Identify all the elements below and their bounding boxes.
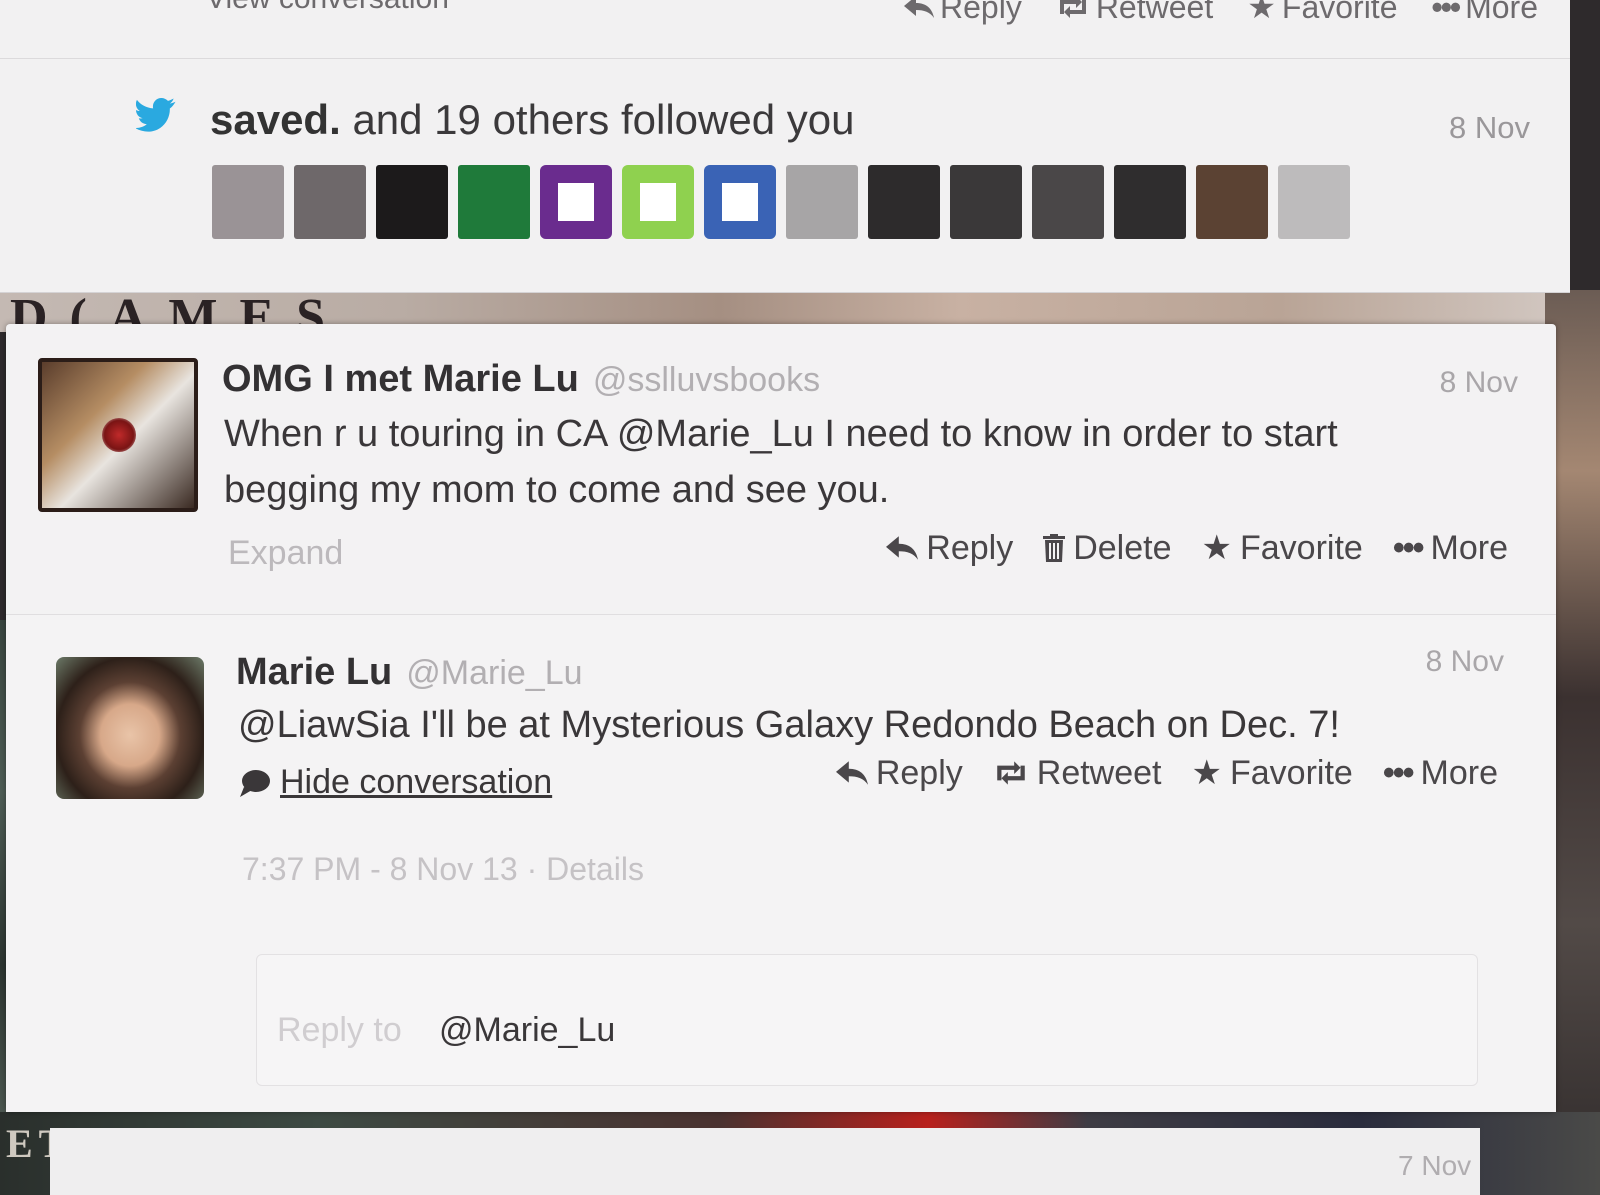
star-icon: ★ [1201,529,1232,567]
reply-placeholder: Reply to [277,1011,402,1049]
reply-input[interactable]: Reply to @Marie_Lu [256,954,1478,1086]
follower-avatar[interactable] [294,165,366,239]
tweet-date[interactable]: 8 Nov [1426,645,1504,679]
follower-avatar[interactable] [704,165,776,239]
hide-conversation-link[interactable]: Hide conversation [240,763,552,802]
tweet-author[interactable]: OMG I met Marie Lu @sslluvsbooks [222,358,820,401]
follow-summary: and 19 others followed you [352,96,855,143]
dots-icon: ••• [1431,0,1461,25]
avatar[interactable] [56,657,204,799]
more-label: More [1430,528,1508,567]
conversation-panel: OMG I met Marie Lu @sslluvsbooks 8 Nov Wh… [6,324,1556,1112]
retweet-button[interactable]: Retweet [993,753,1162,793]
more-button[interactable]: ••• More [1383,753,1498,793]
retweet-label: Retweet [1095,0,1214,25]
reply-arrow-icon [904,0,934,18]
follower-avatar[interactable] [868,165,940,239]
twitter-bird-icon [136,98,176,132]
tweet-text: @LiawSia I'll be at Mysterious Galaxy Re… [238,704,1340,746]
reply-label: Reply [940,0,1022,25]
follower-avatar[interactable] [540,165,612,239]
delete-label: Delete [1073,528,1172,567]
follower-avatar[interactable] [622,165,694,239]
dots-icon: ••• [1392,528,1425,567]
next-tweet-panel [50,1128,1480,1195]
follower-avatar[interactable] [376,165,448,239]
retweet-button[interactable]: Retweet [1056,0,1213,26]
follower-avatar[interactable] [1032,165,1104,239]
favorite-label: Favorite [1229,753,1353,792]
details-link[interactable]: Details [546,851,644,887]
dots-icon: ••• [1382,753,1415,792]
user-handle[interactable]: @sslluvsbooks [593,361,820,399]
retweet-label: Retweet [1036,753,1162,792]
tweet-actions: Reply Retweet ★ Favorite ••• More [835,753,1498,793]
follower-avatars [212,165,1350,239]
expand-link[interactable]: Expand [228,534,343,573]
favorite-label: Favorite [1239,528,1363,567]
follower-avatar[interactable] [1196,165,1268,239]
avatar[interactable] [38,358,198,512]
star-icon: ★ [1191,754,1222,792]
retweet-icon [1059,0,1086,18]
reply-button[interactable]: Reply [886,528,1013,568]
more-label: More [1420,753,1498,792]
tweet-author[interactable]: Marie Lu @Marie_Lu [236,651,583,694]
tweet-text-line: begging my mom to come and see you. [224,469,890,511]
reply-arrow-icon [835,761,868,785]
more-button[interactable]: ••• More [1393,528,1508,568]
favorite-button[interactable]: ★ Favorite [1247,0,1397,26]
tweet-item[interactable]: OMG I met Marie Lu @sslluvsbooks 8 Nov Wh… [6,324,1556,614]
tweet-text-line: When r u touring in CA @Marie_Lu I need … [224,413,1338,455]
reply-label: Reply [875,753,963,792]
reply-arrow-icon [886,536,919,560]
more-button[interactable]: ••• More [1431,0,1538,26]
notification-date: 8 Nov [1449,110,1530,145]
hide-conversation-label: Hide conversation [280,763,553,801]
tweet-date[interactable]: 8 Nov [1440,366,1518,400]
delete-button[interactable]: Delete [1043,528,1172,568]
tweet-text: When r u touring in CA @Marie_Lu I need … [224,406,1338,518]
trash-icon [1043,534,1066,562]
reply-button[interactable]: Reply [835,753,963,793]
tweet-date[interactable]: 7 Nov [1398,1150,1471,1182]
follower-name-link[interactable]: saved. [210,96,341,143]
follower-avatar[interactable] [1114,165,1186,239]
follow-text: saved. and 19 others followed you [210,96,854,144]
tweet-actions: Reply Delete ★ Favorite ••• More [886,528,1508,568]
display-name[interactable]: OMG I met Marie Lu [222,358,579,400]
favorite-label: Favorite [1281,0,1398,25]
reply-button[interactable]: Reply [904,0,1022,26]
star-icon: ★ [1247,0,1276,25]
follower-avatar[interactable] [458,165,530,239]
favorite-button[interactable]: ★ Favorite [1192,753,1353,793]
more-label: More [1465,0,1538,25]
follower-avatar[interactable] [950,165,1022,239]
user-handle[interactable]: @Marie_Lu [406,654,582,692]
reply-mention: @Marie_Lu [439,1011,616,1049]
reply-label: Reply [926,528,1014,567]
meta-separator: · [526,851,547,887]
notifications-panel: View conversation Reply Retweet ★ Favori… [0,0,1570,293]
view-conversation-link[interactable]: View conversation [206,0,449,16]
tweet-timestamp[interactable]: 7:37 PM - 8 Nov 13 [242,851,518,887]
previous-tweet-actions: Reply Retweet ★ Favorite ••• More [904,0,1538,26]
tweet-timestamp-line: 7:37 PM - 8 Nov 13 · Details [242,851,644,888]
follower-avatar[interactable] [786,165,858,239]
speech-bubble-icon [240,769,270,797]
display-name[interactable]: Marie Lu [236,651,392,693]
divider [0,58,1570,59]
follower-avatar[interactable] [212,165,284,239]
follower-avatar[interactable] [1278,165,1350,239]
retweet-icon [997,761,1025,785]
favorite-button[interactable]: ★ Favorite [1202,528,1363,568]
